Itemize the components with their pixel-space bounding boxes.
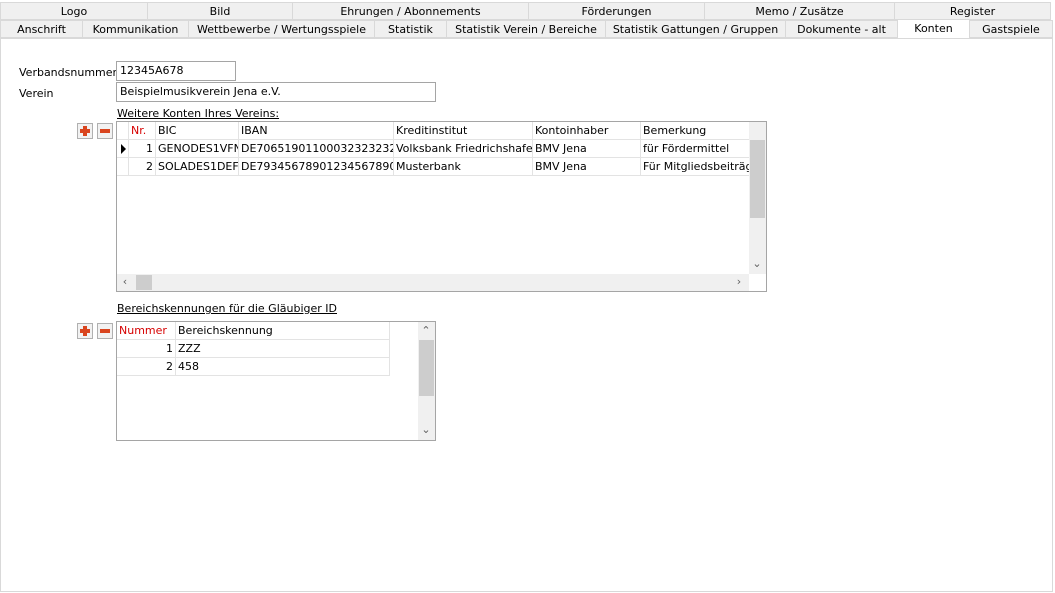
indicator-header [117, 122, 129, 140]
tab-logo[interactable]: Logo [0, 2, 148, 20]
current-row-arrow-icon [121, 144, 126, 154]
tab-kommunikation[interactable]: Kommunikation [82, 20, 189, 38]
cell-nummer[interactable]: 2 [117, 358, 176, 376]
tab-wettbewerbe[interactable]: Wettbewerbe / Wertungsspiele [188, 20, 375, 38]
scroll-thumb[interactable] [136, 275, 152, 290]
column-header-iban[interactable]: IBAN [239, 122, 394, 140]
plus-icon [80, 326, 90, 336]
minus-icon [100, 329, 110, 333]
bereich-section-title: Bereichskennungen für die Gläubiger ID [117, 302, 337, 315]
table-row[interactable]: 2 458 [117, 358, 390, 376]
tab-anschrift[interactable]: Anschrift [0, 20, 83, 38]
tab-row-bottom: Anschrift Kommunikation Wettbewerbe / We… [0, 19, 1053, 39]
cell-iban[interactable]: DE70651901100032323232 [239, 140, 394, 158]
cell-kreditinstitut[interactable]: Musterbank [394, 158, 533, 176]
scroll-thumb[interactable] [419, 340, 434, 396]
cell-kontoinhaber[interactable]: BMV Jena [533, 140, 641, 158]
tab-ehrungen[interactable]: Ehrungen / Abonnements [292, 2, 529, 20]
cell-nummer[interactable]: 1 [117, 340, 176, 358]
verbandsnummer-field[interactable]: 12345A678 [116, 61, 236, 81]
column-header-nr[interactable]: Nr. [129, 122, 156, 140]
konten-remove-button[interactable] [97, 123, 113, 139]
column-header-bemerkung[interactable]: Bemerkung [641, 122, 751, 140]
cell-bemerkung[interactable]: Für Mitgliedsbeiträge [641, 158, 751, 176]
cell-kontoinhaber[interactable]: BMV Jena [533, 158, 641, 176]
table-row[interactable]: 1 ZZZ [117, 340, 390, 358]
cell-bemerkung[interactable]: für Fördermittel [641, 140, 751, 158]
tab-row-top: Logo Bild Ehrungen / Abonnements Förderu… [0, 2, 1051, 20]
chevron-up-icon[interactable]: ⌃ [420, 325, 432, 337]
bereich-remove-button[interactable] [97, 323, 113, 339]
verein-field[interactable]: Beispielmusikverein Jena e.V. [116, 82, 436, 102]
chevron-left-icon[interactable]: ‹ [119, 276, 131, 288]
column-header-kontoinhaber[interactable]: Kontoinhaber [533, 122, 641, 140]
tab-dokumente[interactable]: Dokumente - alt [785, 20, 898, 38]
bereich-header-row: Nummer Bereichskennung [117, 322, 390, 340]
konten-horizontal-scrollbar[interactable]: ‹ › [117, 274, 749, 291]
cell-bereichskennung[interactable]: 458 [176, 358, 390, 376]
cell-nr[interactable]: 1 [129, 140, 156, 158]
table-row[interactable]: 1 GENODES1VFN DE70651901100032323232 Vol… [117, 140, 751, 158]
chevron-down-icon[interactable]: ⌄ [420, 424, 432, 436]
column-header-kreditinstitut[interactable]: Kreditinstitut [394, 122, 533, 140]
konten-grid[interactable]: Nr. BIC IBAN Kreditinstitut Kontoinhaber… [116, 121, 767, 292]
cell-kreditinstitut[interactable]: Volksbank Friedrichshafen [394, 140, 533, 158]
cell-iban[interactable]: DE79345678901234567890 [239, 158, 394, 176]
cell-bic[interactable]: GENODES1VFN [156, 140, 239, 158]
column-header-bereichskennung[interactable]: Bereichskennung [176, 322, 390, 340]
konten-vertical-scrollbar[interactable]: ⌄ [749, 122, 766, 274]
konten-header-row: Nr. BIC IBAN Kreditinstitut Kontoinhaber… [117, 122, 751, 140]
table-row[interactable]: 2 SOLADES1DEF DE79345678901234567890 Mus… [117, 158, 751, 176]
tab-statistik[interactable]: Statistik [374, 20, 447, 38]
bereich-vertical-scrollbar[interactable]: ⌃ ⌄ [418, 322, 435, 440]
cell-bic[interactable]: SOLADES1DEF [156, 158, 239, 176]
verein-label: Verein [19, 87, 54, 100]
minus-icon [100, 129, 110, 133]
konten-section-title: Weitere Konten Ihres Vereins: [117, 107, 280, 120]
tab-statistik-verein[interactable]: Statistik Verein / Bereiche [446, 20, 606, 38]
chevron-down-icon[interactable]: ⌄ [751, 258, 763, 270]
plus-icon [80, 126, 90, 136]
bereich-grid[interactable]: Nummer Bereichskennung 1 ZZZ 2 458 ⌃ ⌄ [116, 321, 436, 441]
column-header-bic[interactable]: BIC [156, 122, 239, 140]
tab-foerderungen[interactable]: Förderungen [528, 2, 705, 20]
row-indicator [117, 140, 129, 158]
chevron-right-icon[interactable]: › [733, 276, 745, 288]
row-indicator [117, 158, 129, 176]
tab-konten[interactable]: Konten [897, 19, 970, 39]
tab-memo[interactable]: Memo / Zusätze [704, 2, 895, 20]
tab-gastspiele[interactable]: Gastspiele [969, 20, 1053, 38]
tab-register[interactable]: Register [894, 2, 1051, 20]
scroll-thumb[interactable] [750, 140, 765, 218]
tab-bild[interactable]: Bild [147, 2, 293, 20]
bereich-add-button[interactable] [77, 323, 93, 339]
konten-add-button[interactable] [77, 123, 93, 139]
cell-nr[interactable]: 2 [129, 158, 156, 176]
column-header-nummer[interactable]: Nummer [117, 322, 176, 340]
tab-statistik-gattungen[interactable]: Statistik Gattungen / Gruppen [605, 20, 786, 38]
verbandsnummer-label: Verbandsnummer [19, 66, 118, 79]
cell-bereichskennung[interactable]: ZZZ [176, 340, 390, 358]
